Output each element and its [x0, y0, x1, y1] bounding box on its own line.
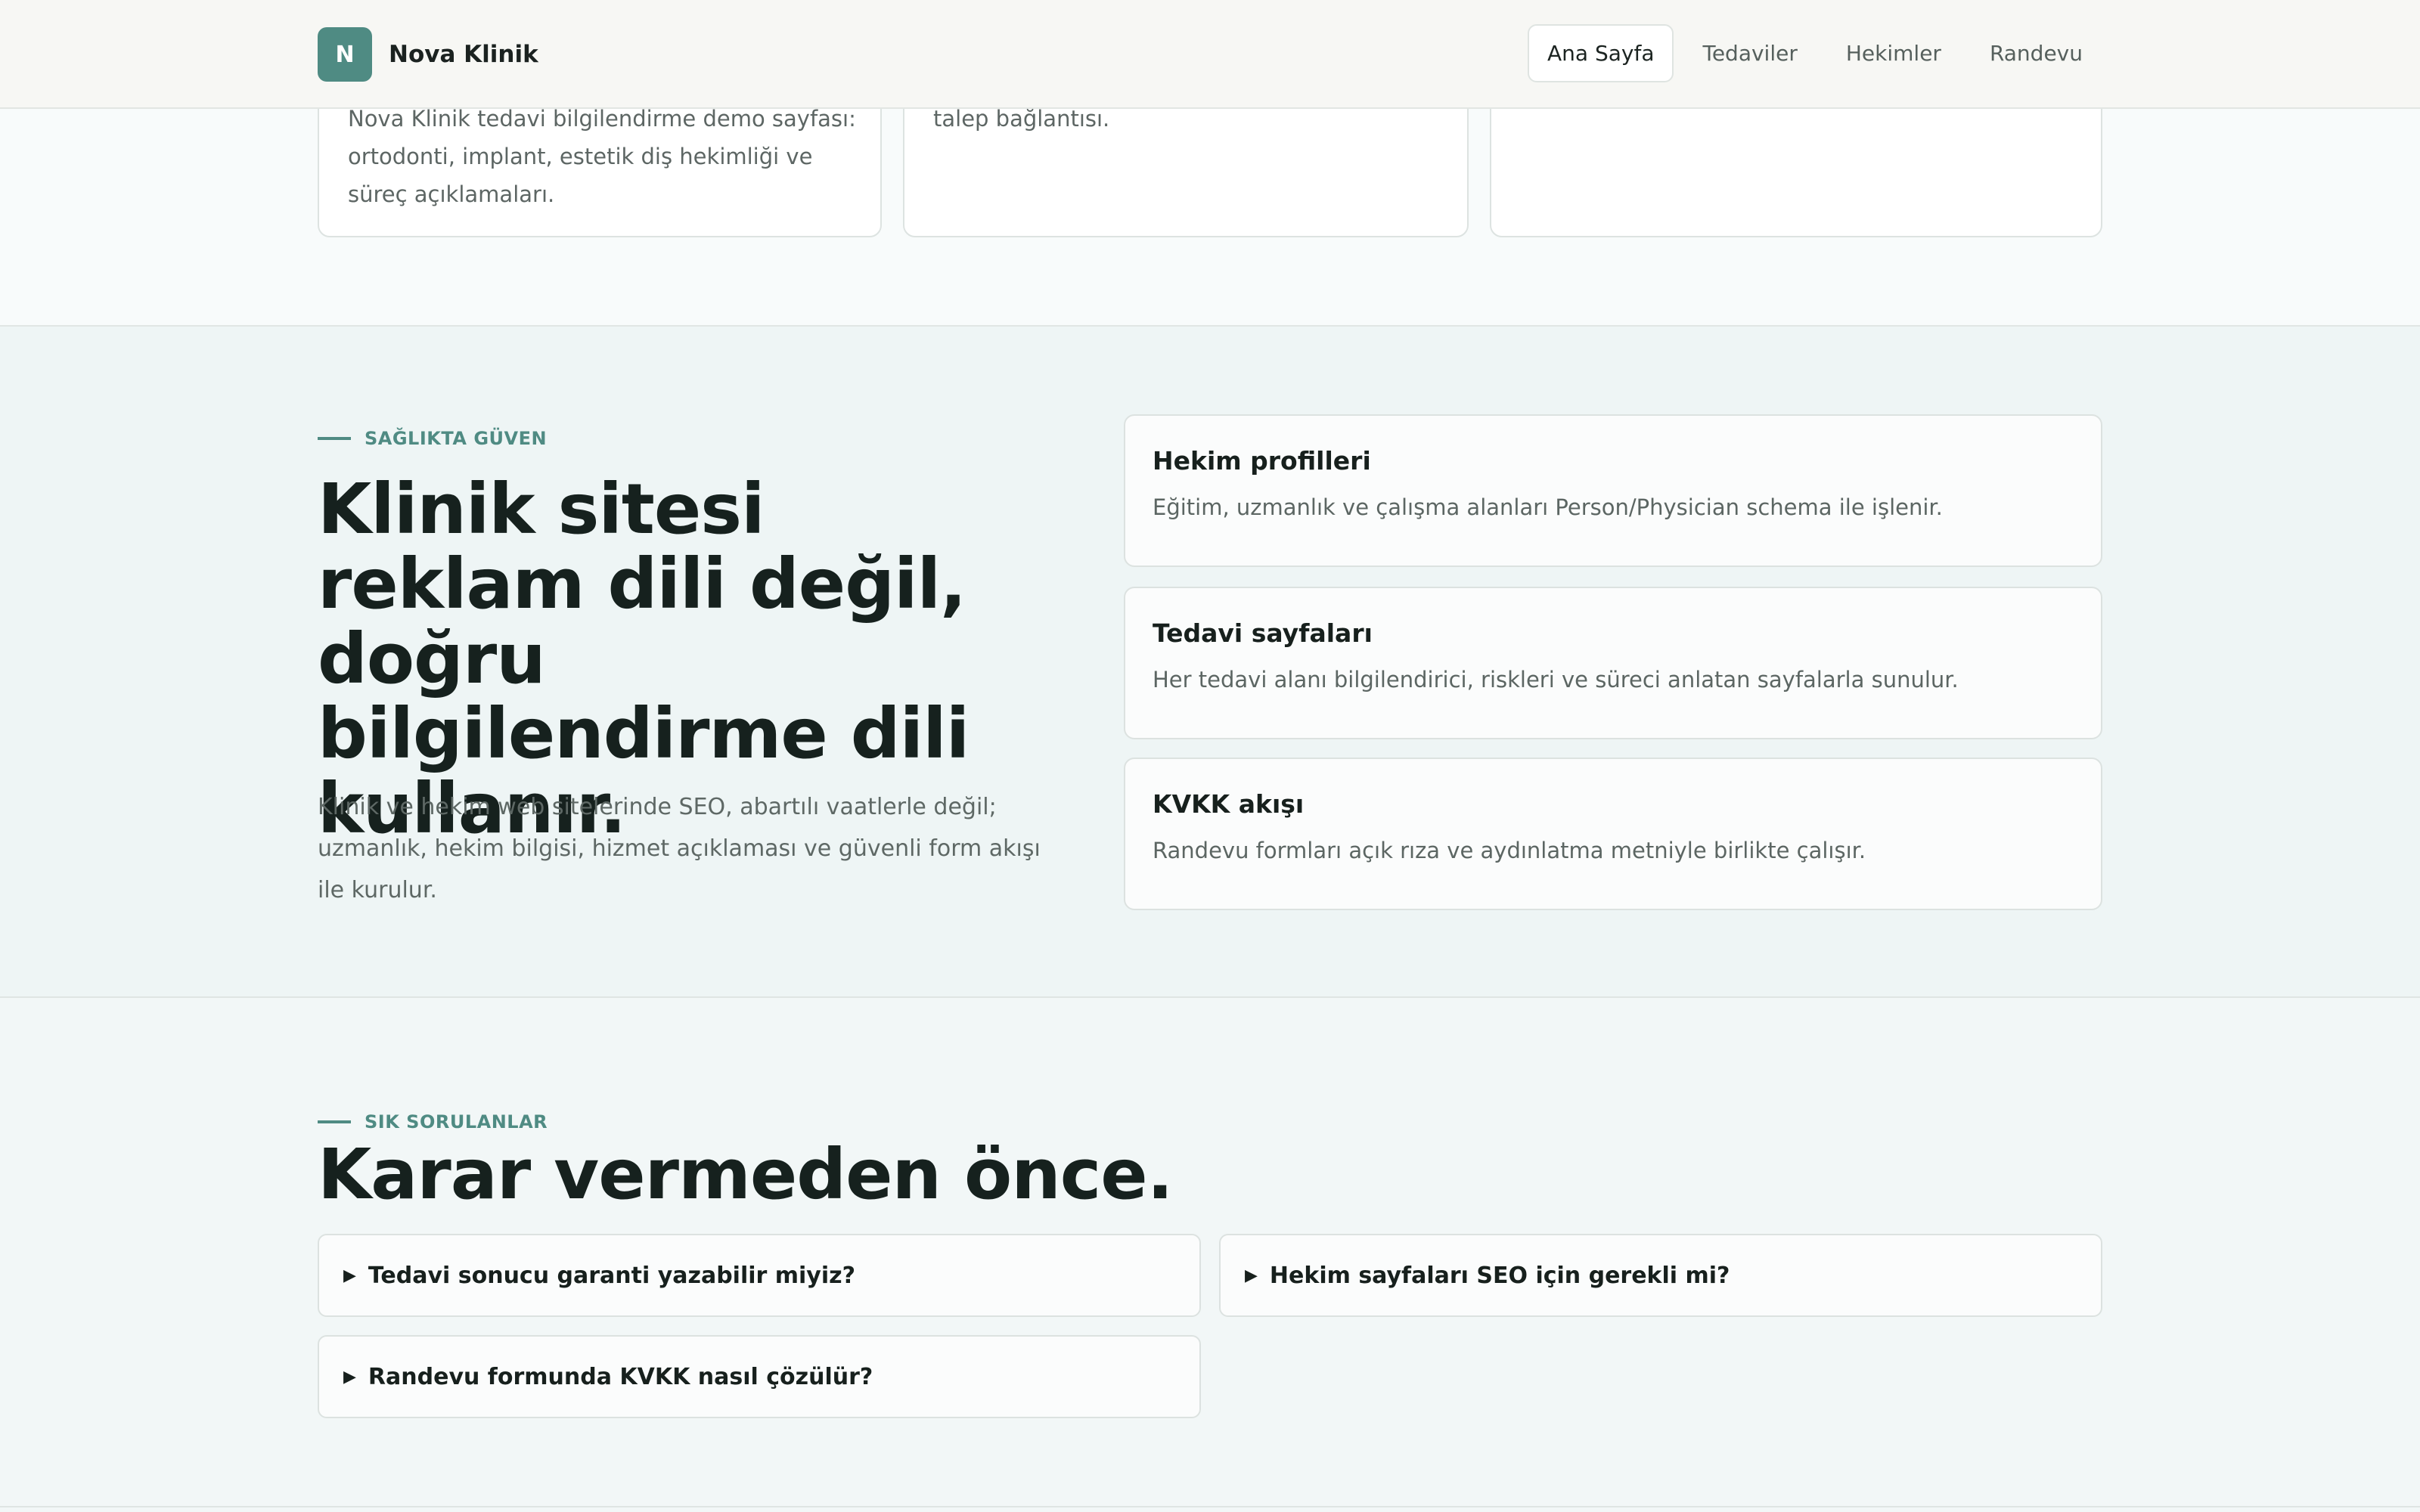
brand-link[interactable]: N Nova Klinik: [318, 27, 538, 82]
card-text-line: süreç açıklamaları.: [348, 181, 555, 207]
feature-card: KVKK akışı Randevu formları açık rıza ve…: [1124, 758, 2102, 910]
eyebrow-line: [318, 1120, 351, 1123]
feature-title: KVKK akışı: [1153, 789, 1305, 819]
faq-item[interactable]: ▶ Hekim sayfaları SEO için gerekli mi?: [1219, 1234, 2102, 1317]
logo-mark: N: [318, 27, 372, 82]
trust-section: SAĞLIKTA GÜVEN Klinik sitesi reklam dili…: [0, 327, 2420, 998]
nav-appointment[interactable]: Randevu: [1970, 24, 2102, 82]
faq-question: Tedavi sonucu garanti yazabilir miyiz?: [368, 1262, 856, 1289]
feature-card: Tedavi sayfaları Her tedavi alanı bilgil…: [1124, 587, 2102, 739]
faq-item[interactable]: ▶ Randevu formunda KVKK nasıl çözülür?: [318, 1335, 1201, 1418]
disclosure-triangle-icon: ▶: [343, 1266, 356, 1285]
faq-section: SIK SORULANLAR Karar vermeden önce. ▶ Te…: [0, 998, 2420, 1512]
feature-card: Hekim profilleri Eğitim, uzmanlık ve çal…: [1124, 414, 2102, 567]
eyebrow-text: SAĞLIKTA GÜVEN: [365, 428, 548, 449]
section-lead: Klinik ve hekim web sitelerinde SEO, aba…: [318, 794, 1041, 903]
feature-desc: Randevu formları açık rıza ve aydınlatma…: [1153, 838, 1866, 863]
section-eyebrow: SAĞLIKTA GÜVEN: [318, 428, 547, 449]
faq-item[interactable]: ▶ Tedavi sonucu garanti yazabilir miyiz?: [318, 1234, 1201, 1317]
disclosure-triangle-icon: ▶: [1245, 1266, 1258, 1285]
section-divider: [0, 1506, 2420, 1507]
section-title: Karar vermeden önce.: [318, 1134, 1174, 1215]
disclosure-triangle-icon: ▶: [343, 1367, 356, 1387]
eyebrow-text: SIK SORULANLAR: [365, 1111, 548, 1132]
eyebrow-line: [318, 437, 351, 440]
site-header: N Nova Klinik Ana Sayfa Tedaviler Hekiml…: [0, 0, 2420, 109]
faq-question: Randevu formunda KVKK nasıl çözülür?: [368, 1363, 873, 1390]
feature-title: Tedavi sayfaları: [1153, 618, 1373, 648]
nav-doctors[interactable]: Hekimler: [1826, 24, 1961, 82]
brand-name: Nova Klinik: [389, 41, 538, 68]
feature-title: Hekim profilleri: [1153, 446, 1371, 476]
faq-question: Hekim sayfaları SEO için gerekli mi?: [1269, 1262, 1730, 1289]
main-nav: Ana Sayfa Tedaviler Hekimler Randevu: [1519, 24, 2102, 82]
nav-treatments[interactable]: Tedaviler: [1683, 24, 1817, 82]
section-eyebrow: SIK SORULANLAR: [318, 1111, 548, 1132]
feature-desc: Eğitim, uzmanlık ve çalışma alanları Per…: [1153, 494, 1943, 520]
card-text-line: ortodonti, implant, estetik diş hekimliğ…: [348, 144, 813, 169]
nav-home[interactable]: Ana Sayfa: [1528, 24, 1674, 82]
feature-desc: Her tedavi alanı bilgilendirici, riskler…: [1153, 667, 1959, 692]
